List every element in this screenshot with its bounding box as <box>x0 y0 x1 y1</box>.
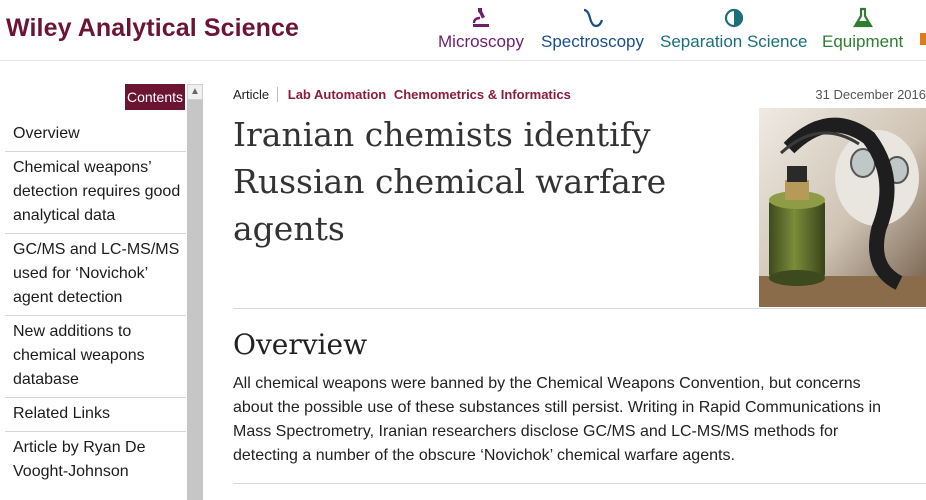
half-circle-drop-icon <box>660 6 807 30</box>
site-header: Wiley Analytical Science Microscopy Spec… <box>0 0 926 61</box>
tag-lab-automation[interactable]: Lab Automation <box>288 87 386 102</box>
article-title: Iranian chemists identify Russian chemic… <box>233 115 667 248</box>
contents-list: Overview Chemical weapons’ detection req… <box>5 118 186 489</box>
nav-microscopy[interactable]: Microscopy <box>438 6 524 56</box>
nav-label: Separation Science <box>660 32 808 51</box>
nav-spectroscopy[interactable]: Spectroscopy <box>541 6 644 56</box>
nav-label: Microscopy <box>438 32 524 51</box>
microscope-icon <box>438 6 524 30</box>
section-heading-overview: Overview <box>233 328 368 361</box>
article-type: Article <box>233 87 279 102</box>
article-meta: Article Lab Automation Chemometrics & In… <box>233 87 571 102</box>
spectrum-wave-icon <box>541 6 644 30</box>
site-logo[interactable]: Wiley Analytical Science <box>6 14 299 43</box>
tag-chemometrics[interactable]: Chemometrics & Informatics <box>394 87 571 102</box>
contents-tab[interactable]: Contents <box>125 84 185 110</box>
article: Article Lab Automation Chemometrics & In… <box>233 84 926 500</box>
nav-separation-science[interactable]: Separation Science <box>660 6 807 56</box>
article-date: 31 December 2016 <box>815 87 926 102</box>
sidebar-scrollbar[interactable] <box>187 84 203 500</box>
divider <box>233 483 926 484</box>
overview-paragraph: All chemical weapons were banned by the … <box>233 375 882 464</box>
flask-icon <box>822 6 903 30</box>
toc-item-related-links[interactable]: Related Links <box>5 398 186 432</box>
nav-label: Spectroscopy <box>541 32 644 51</box>
divider <box>233 308 926 309</box>
toc-item-gcms-lcms[interactable]: GC/MS and LC-MS/MS used for ‘Novichok’ a… <box>5 234 186 316</box>
hero-image-gas-mask <box>759 108 926 307</box>
scroll-up-arrow-icon[interactable]: ▲ <box>187 84 203 100</box>
nav-label: Equipment <box>822 32 904 51</box>
toc-item-author[interactable]: Article by Ryan De Vooght-Johnson <box>5 432 186 489</box>
toc-item-database[interactable]: New additions to chemical weapons databa… <box>5 316 186 398</box>
toc-item-overview[interactable]: Overview <box>5 118 186 152</box>
contents-sidebar: Contents Overview Chemical weapons’ dete… <box>0 84 203 500</box>
nav-equipment[interactable]: Equipment <box>822 6 903 56</box>
nav-overflow-edge[interactable] <box>920 33 926 45</box>
toc-item-detection-data[interactable]: Chemical weapons’ detection requires goo… <box>5 152 186 234</box>
